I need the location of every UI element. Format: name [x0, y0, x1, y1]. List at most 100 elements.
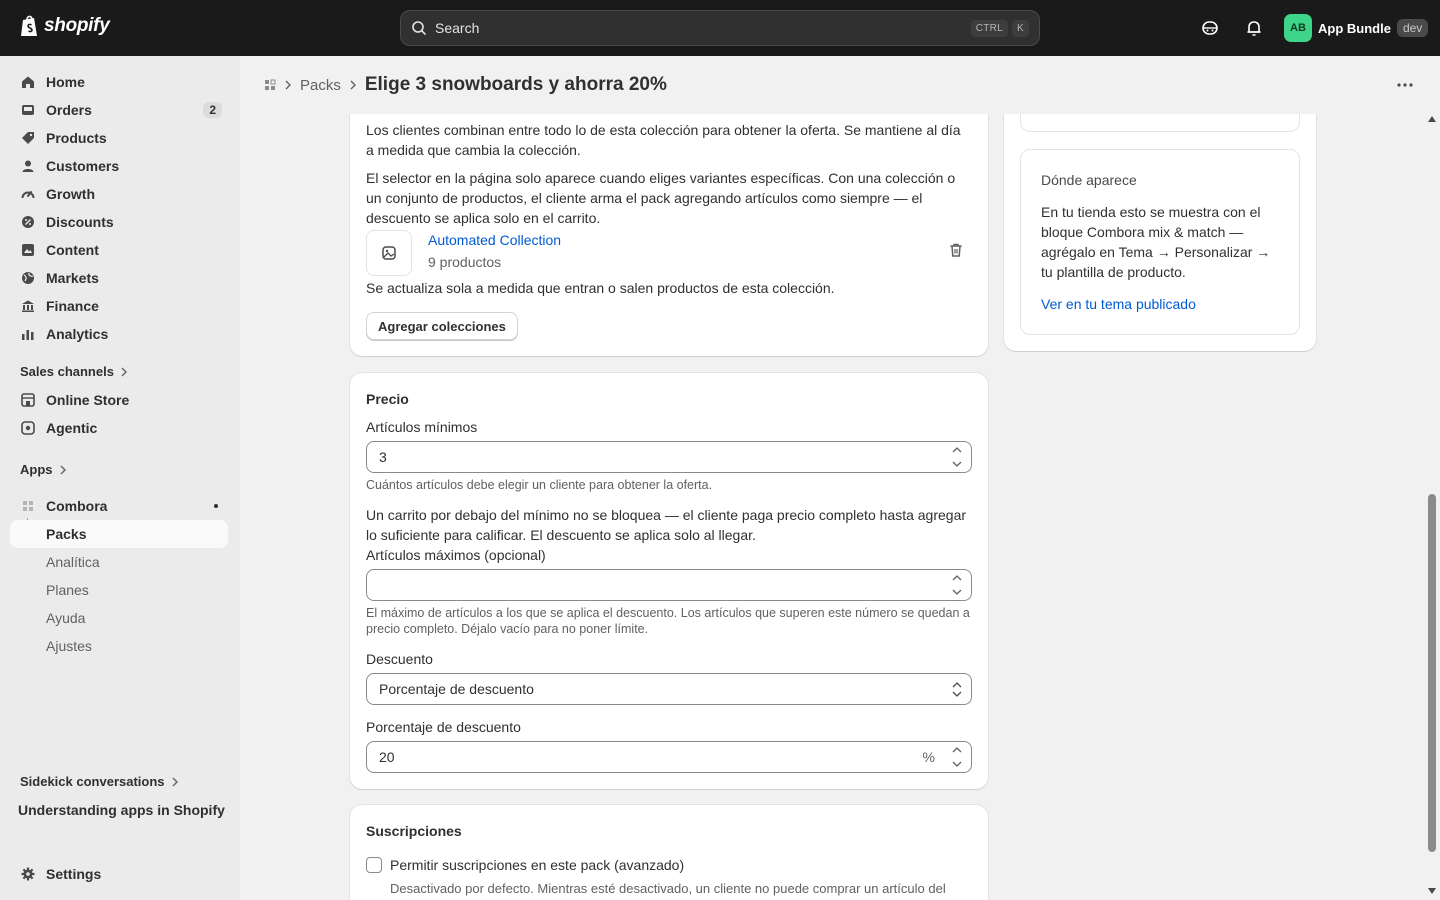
scroll-down-icon[interactable] [1428, 888, 1436, 894]
sidebar-item-customers[interactable]: Customers [10, 152, 228, 180]
sidebar-item-ajustes[interactable]: Ajustes [10, 632, 228, 660]
discount-type-select[interactable]: Porcentaje de descuento [366, 673, 972, 705]
dev-badge: dev [1396, 19, 1429, 37]
chevron-down-icon[interactable] [949, 586, 965, 598]
breadcrumb-packs[interactable]: Packs [300, 77, 341, 94]
more-actions-icon[interactable] [1396, 76, 1414, 91]
select-chevrons-icon [949, 676, 965, 702]
sidebar-item-markets[interactable]: Markets [10, 264, 228, 292]
sidebar-item-home[interactable]: Home [10, 68, 228, 96]
orders-count-badge: 2 [203, 102, 222, 118]
sales-channels-toggle[interactable]: Sales channels [20, 364, 128, 379]
page-title: Elige 3 snowboards y ahorra 20% [364, 74, 667, 95]
search-icon [412, 21, 426, 35]
sidebar-item-content[interactable]: Content [10, 236, 228, 264]
sidebar-item-orders[interactable]: Orders 2 [10, 96, 228, 124]
trash-icon [950, 243, 962, 257]
shopify-logo[interactable]: shopify [20, 14, 110, 38]
top-bar: shopify Search CTRL K AB App Bundle dev [0, 0, 1440, 56]
min-items-stepper[interactable] [949, 444, 965, 470]
inbox-icon [20, 102, 36, 118]
right-column-card: Dónde aparece En tu tienda esto se muest… [1004, 86, 1316, 351]
percent-stepper[interactable] [949, 744, 965, 770]
sidebar-item-analitica[interactable]: Analítica [10, 548, 228, 576]
view-theme-link[interactable]: Ver en tu tema publicado [1041, 296, 1196, 312]
store-menu[interactable]: AB App Bundle dev [1284, 14, 1429, 42]
shopify-bag-icon [21, 15, 37, 36]
agentic-icon [20, 420, 36, 436]
sidebar-item-ayuda[interactable]: Ayuda [10, 604, 228, 632]
chevron-up-icon[interactable] [949, 572, 965, 584]
collection-card: Los clientes combinan entre todo lo de e… [350, 86, 988, 356]
subscriptions-help: Desactivado por defecto. Mientras esté d… [390, 881, 946, 896]
discount-icon [20, 214, 36, 230]
min-items-help: Cuántos artículos debe elegir un cliente… [366, 478, 713, 492]
chart-icon [20, 326, 36, 342]
shortcut-k: K [1012, 19, 1029, 37]
where-title: Dónde aparece [1041, 172, 1137, 188]
min-items-label: Artículos mínimos [366, 419, 478, 435]
collection-description: Los clientes combinan entre todo lo de e… [366, 122, 961, 158]
sidekick-icon[interactable] [1200, 18, 1220, 38]
sidebar-item-growth[interactable]: Growth [10, 180, 228, 208]
collection-count: 9 productos [428, 254, 502, 270]
gear-icon [20, 866, 36, 882]
subscriptions-title: Suscripciones [366, 823, 462, 839]
selector-note: El selector en la página solo aparece cu… [366, 170, 956, 226]
sidebar-item-discounts[interactable]: Discounts [10, 208, 228, 236]
subscriptions-card: Suscripciones Permitir suscripciones en … [350, 805, 988, 900]
percent-label: Porcentaje de descuento [366, 719, 521, 735]
sidekick-conversations-toggle[interactable]: Sidekick conversations [20, 774, 179, 789]
sidebar-item-combora[interactable]: Combora [10, 492, 228, 520]
home-icon [20, 74, 36, 90]
subscriptions-checkbox[interactable] [366, 857, 382, 873]
sidebar-item-finance[interactable]: Finance [10, 292, 228, 320]
gauge-icon [20, 186, 36, 202]
sidebar-item-settings[interactable]: Settings [10, 860, 228, 888]
chevron-right-icon [172, 777, 178, 786]
app-grid-icon[interactable] [264, 79, 276, 91]
sidebar-item-packs[interactable]: Packs [10, 520, 228, 548]
brand-name: shopify [44, 15, 110, 36]
max-items-help: El máximo de artículos a los que se apli… [366, 606, 970, 636]
collection-link[interactable]: Automated Collection [428, 232, 561, 248]
chevron-down-icon[interactable] [949, 458, 965, 470]
add-collections-button[interactable]: Agregar colecciones [366, 312, 518, 340]
price-card-title: Precio [366, 391, 409, 407]
percent-input[interactable]: 20 % [366, 741, 972, 773]
sidebar-item-agentic[interactable]: Agentic [10, 414, 228, 442]
chevron-right-icon [60, 465, 66, 474]
avatar: AB [1284, 14, 1312, 42]
delete-collection-button[interactable] [948, 242, 964, 261]
sidebar-item-online-store[interactable]: Online Store [10, 386, 228, 414]
scrollbar-thumb[interactable] [1428, 494, 1436, 852]
app-grid-icon [20, 498, 36, 514]
content-icon [20, 242, 36, 258]
where-description: En tu tienda esto se muestra con el bloq… [1041, 204, 1271, 280]
chevron-up-icon[interactable] [949, 744, 965, 756]
bank-icon [20, 298, 36, 314]
scrollbar[interactable] [1424, 112, 1440, 900]
sidebar-item-analytics[interactable]: Analytics [10, 320, 228, 348]
tag-icon [20, 130, 36, 146]
subscriptions-checkbox-label[interactable]: Permitir suscripciones en este pack (ava… [390, 855, 684, 875]
scroll-up-icon[interactable] [1428, 116, 1436, 122]
chevron-right-icon [285, 80, 291, 90]
max-items-stepper[interactable] [949, 572, 965, 598]
apps-toggle[interactable]: Apps [20, 462, 67, 477]
chevron-right-icon [121, 367, 127, 376]
image-placeholder-icon [382, 246, 396, 260]
max-items-input[interactable] [366, 569, 972, 601]
sidekick-conversation-item[interactable]: Understanding apps in Shopify [18, 802, 225, 818]
min-items-input[interactable]: 3 [366, 441, 972, 473]
search-input[interactable]: Search CTRL K [400, 10, 1040, 46]
sidebar-item-planes[interactable]: Planes [10, 576, 228, 604]
chevron-up-icon[interactable] [949, 444, 965, 456]
bell-icon[interactable] [1244, 18, 1264, 38]
sidebar-item-products[interactable]: Products [10, 124, 228, 152]
percent-suffix: % [922, 749, 935, 765]
app-dot-icon [214, 504, 218, 508]
store-name: App Bundle [1318, 20, 1391, 36]
discount-label: Descuento [366, 651, 433, 667]
chevron-down-icon[interactable] [949, 758, 965, 770]
